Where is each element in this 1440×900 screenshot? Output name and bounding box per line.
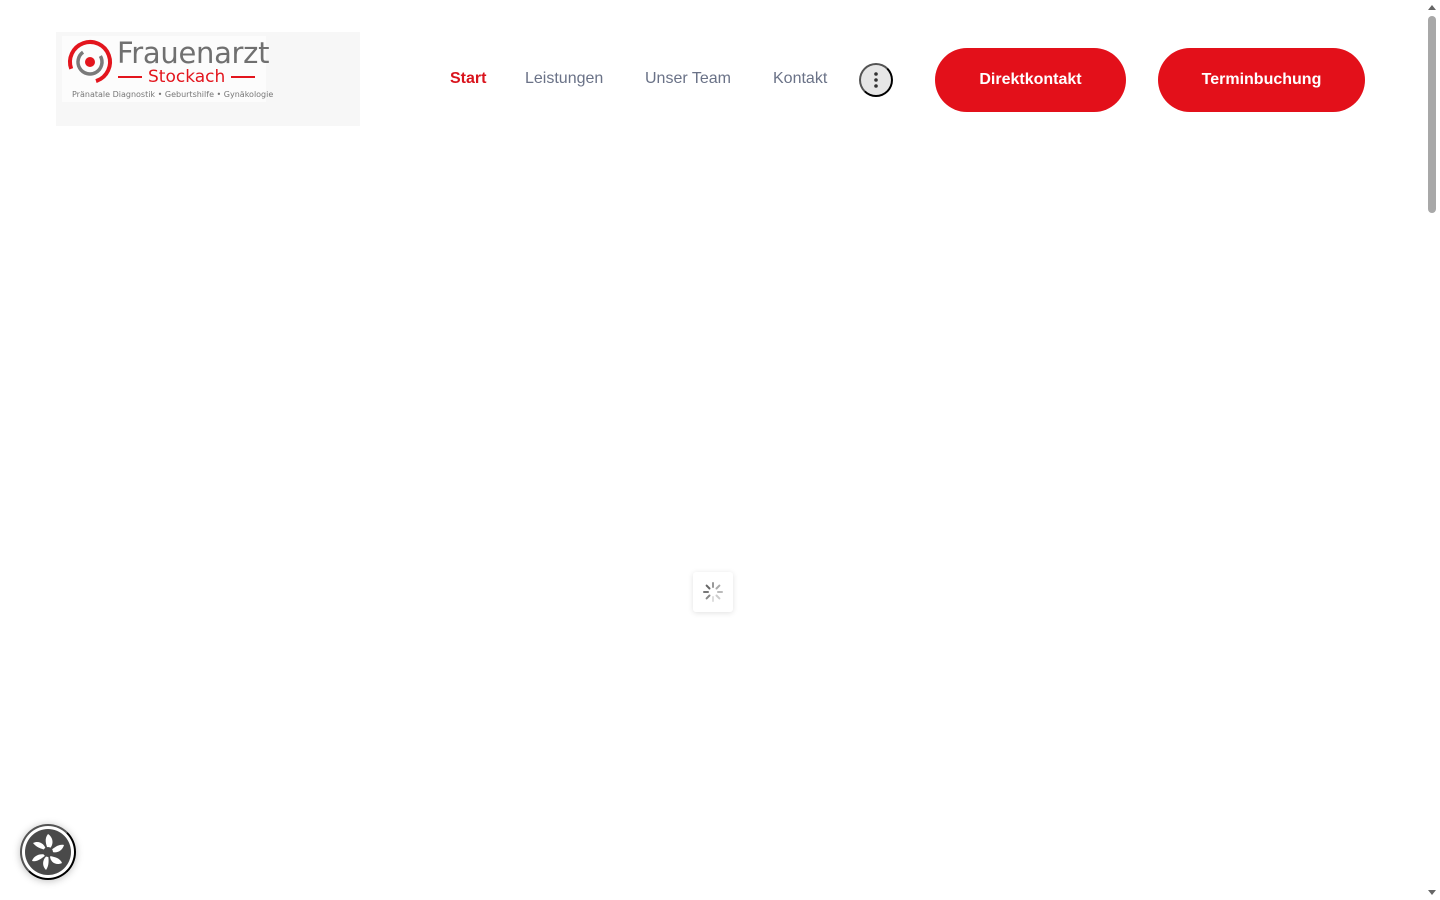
- more-vertical-icon: [874, 72, 878, 88]
- more-menu-button[interactable]: [859, 63, 893, 97]
- terminbuchung-button[interactable]: Terminbuchung: [1158, 48, 1365, 112]
- logo-title: Frauenarzt: [117, 36, 270, 70]
- nav-item-leistungen[interactable]: Leistungen: [525, 69, 603, 89]
- logo-target-icon: [68, 40, 112, 84]
- logo-subtitle-row: Stockach: [118, 68, 258, 86]
- scroll-down-arrow-icon[interactable]: [1428, 890, 1436, 895]
- logo-subtitle: Stockach: [148, 67, 226, 87]
- nav-item-start[interactable]: Start: [450, 69, 486, 89]
- page: Frauenarzt Stockach Pränatale Diagnostik…: [0, 0, 1440, 900]
- nav-item-kontakt[interactable]: Kontakt: [773, 69, 827, 89]
- page-scrollbar[interactable]: [1425, 0, 1440, 900]
- cookie-consent-icon: [25, 829, 71, 875]
- site-logo[interactable]: Frauenarzt Stockach Pränatale Diagnostik…: [56, 32, 360, 126]
- nav-item-unser-team[interactable]: Unser Team: [645, 69, 731, 89]
- cookie-consent-button[interactable]: [20, 824, 76, 880]
- logo-dash-right: [231, 76, 256, 78]
- logo-dash-left: [118, 76, 142, 78]
- scroll-up-arrow-icon[interactable]: [1428, 5, 1436, 10]
- loading-spinner-icon: [703, 582, 723, 602]
- logo-inner: Frauenarzt Stockach Pränatale Diagnostik…: [62, 36, 273, 102]
- direktkontakt-button[interactable]: Direktkontakt: [935, 48, 1126, 112]
- logo-tagline: Pränatale Diagnostik • Geburtshilfe • Gy…: [72, 90, 274, 99]
- loading-indicator: [693, 572, 733, 612]
- scrollbar-thumb[interactable]: [1428, 16, 1436, 213]
